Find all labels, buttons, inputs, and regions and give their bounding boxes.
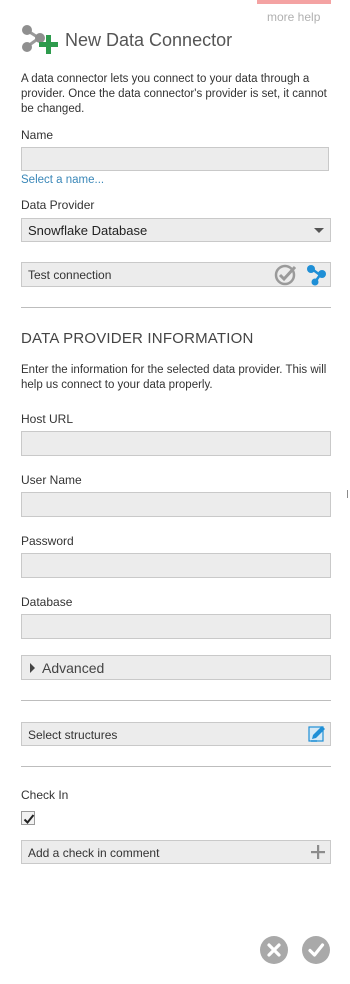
chevron-down-icon[interactable]	[314, 228, 324, 233]
check-circle-icon	[274, 264, 297, 286]
plus-icon[interactable]	[311, 845, 325, 859]
data-provider-label: Data Provider	[21, 198, 95, 212]
section-divider	[21, 766, 331, 767]
check-in-label: Check In	[21, 788, 69, 802]
top-accent-bar	[257, 0, 331, 4]
advanced-toggle[interactable]: Advanced	[21, 655, 331, 680]
caret-right-icon	[30, 663, 35, 673]
select-structures-label: Select structures	[28, 728, 118, 742]
user-name-label: User Name	[21, 473, 82, 487]
advanced-label: Advanced	[42, 660, 105, 676]
host-url-label: Host URL	[21, 412, 74, 426]
test-connection-label: Test connection	[28, 268, 112, 282]
cancel-icon	[267, 943, 281, 957]
check-in-comment-bar[interactable]: Add a check in comment	[21, 840, 331, 864]
data-provider-value: Snowflake Database	[28, 223, 148, 238]
host-url-input[interactable]	[21, 431, 331, 456]
user-name-input[interactable]	[21, 492, 331, 517]
data-provider-select[interactable]: Snowflake Database	[21, 218, 331, 242]
cancel-button[interactable]	[260, 936, 288, 964]
section-divider	[21, 700, 331, 701]
database-input[interactable]	[21, 614, 331, 639]
password-label: Password	[21, 534, 74, 548]
select-structures-bar[interactable]: Select structures	[21, 722, 331, 746]
test-connection-bar[interactable]: Test connection	[21, 262, 331, 287]
name-input[interactable]	[21, 147, 329, 171]
intro-text: A data connector lets you connect to you…	[21, 73, 327, 115]
provider-info-description: Enter the information for the selected d…	[21, 364, 327, 391]
database-label: Database	[21, 595, 73, 609]
password-input[interactable]	[21, 553, 331, 578]
panel-header: New Data Connector	[21, 24, 232, 56]
connection-nodes-icon[interactable]	[306, 264, 330, 286]
more-help-link[interactable]: more help	[267, 10, 320, 24]
edit-icon[interactable]	[307, 724, 327, 744]
ok-button[interactable]	[302, 936, 330, 964]
check-in-comment-label: Add a check in comment	[28, 846, 160, 860]
name-label: Name	[21, 128, 54, 142]
check-in-checkbox[interactable]	[21, 811, 35, 825]
select-name-link[interactable]: Select a name...	[21, 174, 104, 186]
ok-icon	[308, 943, 325, 957]
page-title: New Data Connector	[65, 30, 233, 50]
scroll-edge-mark	[347, 490, 348, 498]
provider-info-title: DATA PROVIDER INFORMATION	[21, 330, 254, 347]
connector-add-icon	[22, 25, 58, 54]
checkmark-icon	[23, 814, 35, 824]
section-divider	[21, 307, 331, 308]
